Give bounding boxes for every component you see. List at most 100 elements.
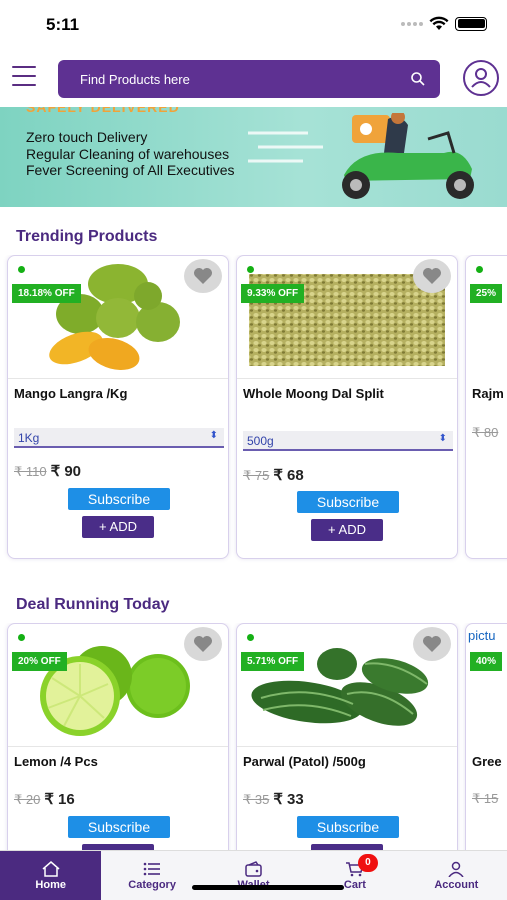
price-row: ₹ 80 (472, 424, 498, 442)
battery-icon (455, 16, 487, 31)
old-price: ₹ 35 (243, 792, 270, 807)
section-title-deals: Deal Running Today (16, 596, 170, 613)
price-row: ₹ 35 ₹ 33 (243, 790, 304, 809)
wishlist-heart-icon[interactable] (413, 259, 451, 293)
home-indicator[interactable] (192, 885, 344, 890)
section-title-trending: Trending Products (16, 228, 158, 245)
wishlist-heart-icon[interactable] (184, 259, 222, 293)
add-to-cart-button[interactable]: + ADD (311, 519, 383, 541)
divider (237, 746, 457, 747)
tab-wallet[interactable]: Wallet (203, 851, 304, 900)
select-caret-icon: ⬍ (209, 430, 218, 441)
subscribe-button[interactable]: Subscribe (68, 816, 170, 838)
delivery-scooter-illustration (248, 113, 474, 199)
product-name: Lemon /4 Pcs (14, 754, 98, 769)
discount-badge: 18.18% OFF (12, 284, 81, 303)
variant-value: 1Kg (18, 431, 40, 445)
divider (8, 378, 228, 379)
status-icons (401, 16, 487, 31)
status-bar: 5:11 (0, 0, 507, 50)
trending-products-row[interactable]: 18.18% OFF Mango Langra /Kg 1Kg ⬍ ₹ 110 ₹… (0, 255, 507, 565)
variant-value: 500g (247, 434, 274, 448)
availability-dot (18, 634, 25, 641)
banner-text: Zero touch Delivery Regular Cleaning of … (26, 129, 235, 179)
product-card[interactable]: 18.18% OFF Mango Langra /Kg 1Kg ⬍ ₹ 110 ₹… (7, 255, 229, 559)
menu-icon[interactable] (12, 66, 36, 86)
add-to-cart-button[interactable]: + ADD (82, 516, 154, 538)
product-name: Gree (472, 754, 502, 769)
product-card-partial[interactable]: pictu 40% Gree ₹ 15 (465, 623, 507, 850)
price-row: ₹ 110 ₹ 90 (14, 462, 81, 481)
user-profile-button[interactable] (463, 60, 499, 96)
discount-badge: 9.33% OFF (241, 284, 305, 303)
subscribe-button[interactable]: Subscribe (297, 816, 399, 838)
price-row: ₹ 75 ₹ 68 (243, 466, 304, 485)
product-name: Parwal (Patol) /500g (243, 754, 366, 769)
cart-count-badge: 0 (357, 854, 378, 872)
old-price: ₹ 15 (472, 791, 499, 806)
banner-heading: SAFELY DELIVERED (26, 107, 180, 115)
search-placeholder: Find Products here (80, 72, 190, 87)
wishlist-heart-icon[interactable] (184, 627, 222, 661)
discount-badge: 25% (470, 284, 503, 303)
brand-logo: pictu (468, 628, 496, 643)
tab-category[interactable]: Category (101, 851, 202, 900)
availability-dot (247, 634, 254, 641)
status-time: 5:11 (46, 15, 80, 34)
deals-row[interactable]: 20% OFF Lemon /4 Pcs ₹ 20 ₹ 16 Subscribe … (0, 623, 507, 850)
availability-dot (247, 266, 254, 273)
old-price: ₹ 110 (14, 464, 47, 479)
app-header: Find Products here (0, 58, 507, 102)
current-price: ₹ 33 (273, 791, 304, 808)
divider (8, 746, 228, 747)
subscribe-button[interactable]: Subscribe (68, 488, 170, 510)
discount-badge: 20% OFF (12, 652, 67, 671)
variant-select[interactable]: 500g ⬍ (243, 431, 453, 451)
product-name: Mango Langra /Kg (14, 386, 128, 401)
product-name: Whole Moong Dal Split (243, 386, 384, 401)
banner-line: Regular Cleaning of warehouses (26, 145, 230, 162)
availability-dot (476, 266, 483, 273)
tab-label: Home (35, 878, 66, 891)
price-row: ₹ 20 ₹ 16 (14, 790, 75, 809)
search-input[interactable]: Find Products here (58, 60, 440, 98)
discount-badge: 5.71% OFF (241, 652, 305, 671)
old-price: ₹ 20 (14, 792, 41, 807)
tab-cart[interactable]: 0 Cart (304, 851, 405, 900)
subscribe-button[interactable]: Subscribe (297, 491, 399, 513)
product-card[interactable]: 20% OFF Lemon /4 Pcs ₹ 20 ₹ 16 Subscribe (7, 623, 229, 850)
banner-line: Zero touch Delivery (26, 129, 148, 145)
old-price: ₹ 75 (243, 468, 270, 483)
promo-banner[interactable]: SAFELY DELIVERED Zero touch Delivery Reg… (0, 107, 507, 207)
list-icon (143, 862, 161, 875)
banner-line: Fever Screening of All Executives (26, 162, 235, 178)
tab-label: Account (434, 878, 479, 891)
divider (237, 378, 457, 379)
product-name: Rajm (472, 386, 504, 401)
current-price: ₹ 68 (273, 467, 304, 484)
product-card-partial[interactable]: 25% Rajm ₹ 80 (465, 255, 507, 559)
availability-dot (18, 266, 25, 273)
user-icon (471, 68, 491, 88)
tab-account[interactable]: Account (406, 851, 507, 900)
current-price: ₹ 90 (50, 463, 82, 480)
tab-home[interactable]: Home (0, 851, 102, 900)
search-icon[interactable] (410, 71, 426, 87)
product-card[interactable]: 9.33% OFF Whole Moong Dal Split 500g ⬍ ₹… (236, 255, 458, 559)
old-price: ₹ 80 (472, 425, 499, 440)
current-price: ₹ 16 (44, 791, 75, 808)
signal-icon (401, 21, 423, 26)
wallet-icon (244, 860, 262, 877)
home-icon (42, 860, 60, 877)
product-card[interactable]: 5.71% OFF Parwal (Patol) /500g ₹ 35 ₹ 33 … (236, 623, 458, 850)
wishlist-heart-icon[interactable] (413, 627, 451, 661)
price-row: ₹ 15 (472, 790, 498, 808)
tab-label: Category (128, 878, 176, 891)
wifi-icon (429, 16, 449, 30)
account-icon (448, 861, 464, 877)
bottom-tab-bar: Home Category Wallet 0 Cart Account (0, 850, 507, 900)
discount-badge: 40% (470, 652, 503, 671)
variant-select[interactable]: 1Kg ⬍ (14, 428, 224, 448)
select-caret-icon: ⬍ (438, 433, 447, 444)
tab-label: Cart (343, 878, 366, 891)
